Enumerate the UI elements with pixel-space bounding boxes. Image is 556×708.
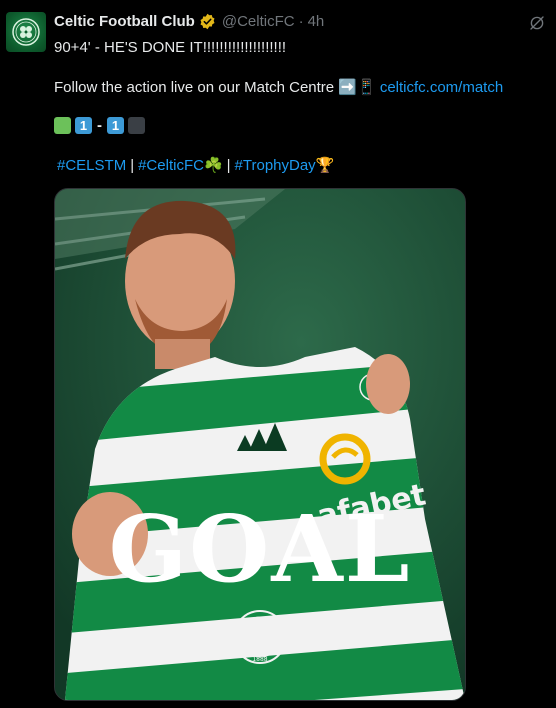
tweet-line-goal: 90+4' - HE'S DONE IT!!!!!!!!!!!!!!!!!!!! xyxy=(54,39,287,56)
score-dash: - xyxy=(97,117,102,134)
score-away: 1 xyxy=(107,117,124,134)
hashtag-separator: | xyxy=(226,156,231,174)
score-emoji-row: 1 - 1 xyxy=(54,117,145,134)
tweet-card[interactable]: Celtic Football Club @CelticFC · 4h 90+4… xyxy=(0,0,556,708)
player-photo: afabet 1888 xyxy=(55,189,465,700)
green-square-icon xyxy=(54,117,71,134)
match-centre-text: Follow the action live on our Match Cent… xyxy=(54,79,380,96)
tweet-media-image[interactable]: afabet 1888 GOAL xyxy=(54,188,466,701)
grok-icon[interactable] xyxy=(528,14,546,32)
hashtag-celticfc[interactable]: #CelticFC☘️ xyxy=(138,156,223,174)
black-square-icon xyxy=(128,117,145,134)
hashtag-separator: | xyxy=(130,156,135,174)
tweet-header: Celtic Football Club @CelticFC · 4h xyxy=(54,13,324,30)
hashtag-celstm[interactable]: #CELSTM xyxy=(57,157,126,174)
separator-dot: · xyxy=(298,13,304,30)
match-centre-link[interactable]: celticfc.com/match xyxy=(380,79,503,96)
score-home: 1 xyxy=(75,117,92,134)
handle[interactable]: @CelticFC xyxy=(222,13,295,30)
verified-badge-icon xyxy=(199,13,216,30)
hashtags: #CELSTM | #CelticFC☘️ | #TrophyDay🏆 xyxy=(57,156,335,175)
crest-year: 1888 xyxy=(252,656,267,663)
tweet-text: 90+4' - HE'S DONE IT!!!!!!!!!!!!!!!!!!!!… xyxy=(54,38,536,98)
tweet-line-match-centre: Follow the action live on our Match Cent… xyxy=(54,78,536,98)
club-crest-icon xyxy=(12,18,40,46)
goal-overlay-text: GOAL xyxy=(108,495,412,603)
hashtag-trophyday[interactable]: #TrophyDay🏆 xyxy=(235,156,335,174)
avatar[interactable] xyxy=(6,12,46,52)
timestamp[interactable]: 4h xyxy=(308,13,325,30)
display-name[interactable]: Celtic Football Club xyxy=(54,13,195,30)
